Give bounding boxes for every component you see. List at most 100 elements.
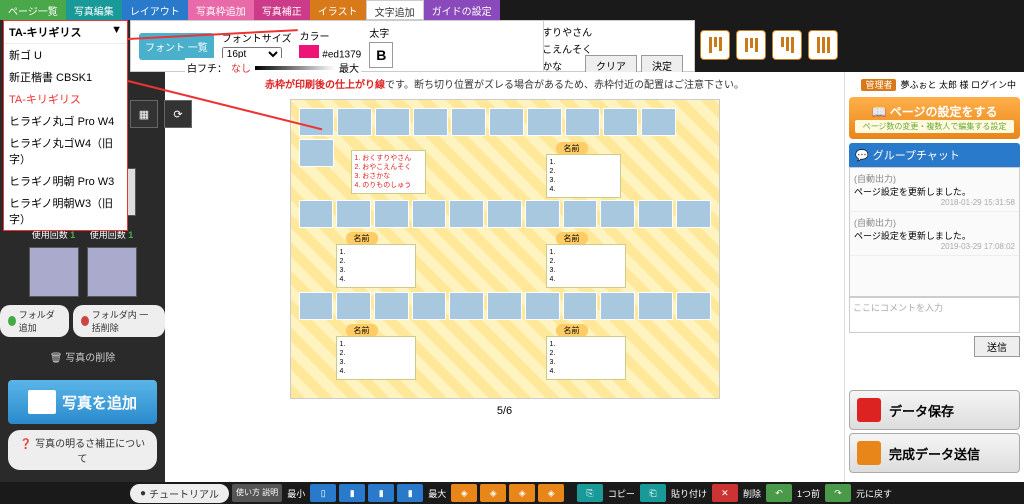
redo-label: 元に戻す: [856, 487, 892, 500]
folder-delete-button[interactable]: フォルダ内 一括削除: [73, 305, 165, 337]
undo-label: 1つ前: [797, 487, 820, 500]
paste-label: 貼り付け: [671, 487, 707, 500]
send-button[interactable]: 送信: [974, 336, 1020, 357]
text-block[interactable]: 1.2.3.4.: [336, 244, 416, 288]
align-left-button[interactable]: [700, 30, 730, 60]
asset-thumb[interactable]: [87, 247, 137, 297]
text-block[interactable]: 1.2.3.4.: [546, 336, 626, 380]
photo-slot[interactable]: [449, 292, 484, 320]
photo-slot[interactable]: [676, 200, 711, 228]
photo-slot[interactable]: [641, 108, 676, 136]
tab-add-frame[interactable]: 写真枠追加: [188, 0, 254, 20]
align-button-group: [700, 30, 838, 60]
photo-slot[interactable]: [412, 200, 447, 228]
submit-data-button[interactable]: 完成データ送信: [849, 433, 1020, 473]
tab-add-text[interactable]: 文字追加: [366, 0, 424, 20]
bold-button[interactable]: B: [369, 42, 393, 68]
paste-button[interactable]: ⎗: [640, 484, 666, 502]
layer-button[interactable]: ◈: [509, 484, 535, 502]
photo-slot[interactable]: [638, 292, 673, 320]
photo-slot[interactable]: [451, 108, 486, 136]
photo-slot[interactable]: [563, 292, 598, 320]
layer-button[interactable]: ◈: [451, 484, 477, 502]
zoom-button[interactable]: ▮: [368, 484, 394, 502]
photo-slot[interactable]: [374, 200, 409, 228]
photo-slot[interactable]: [525, 200, 560, 228]
photo-slot[interactable]: [375, 108, 410, 136]
align-justify-button[interactable]: [808, 30, 838, 60]
photo-slot[interactable]: [449, 200, 484, 228]
floppy-icon: [857, 398, 881, 422]
photo-slot[interactable]: [336, 200, 371, 228]
photo-slot[interactable]: [336, 292, 371, 320]
photo-slot[interactable]: [299, 292, 334, 320]
font-option[interactable]: TA-キリギリス: [4, 88, 127, 110]
tab-correction[interactable]: 写真補正: [254, 0, 310, 20]
photo-slot[interactable]: [600, 292, 635, 320]
undo-button[interactable]: ↶: [766, 484, 792, 502]
asset-thumb[interactable]: [29, 247, 79, 297]
add-photo-button[interactable]: 写真を追加: [8, 380, 157, 424]
font-option[interactable]: ヒラギノ丸ゴW4（旧字）: [4, 132, 127, 170]
save-data-button[interactable]: データ保存: [849, 390, 1020, 430]
photo-slot[interactable]: [676, 292, 711, 320]
tab-pages[interactable]: ページ一覧: [0, 0, 66, 20]
photo-slot[interactable]: [299, 108, 334, 136]
brightness-help-button[interactable]: ❓ 写真の明るさ補正について: [8, 430, 157, 470]
tutorial-button[interactable]: ● チュートリアル: [130, 484, 229, 503]
photo-slot[interactable]: [374, 292, 409, 320]
grid-view-icon[interactable]: ▦: [130, 100, 158, 128]
outline-slider[interactable]: [255, 66, 335, 70]
zoom-button[interactable]: ▮: [397, 484, 423, 502]
align-right-button[interactable]: [772, 30, 802, 60]
text-block[interactable]: 1.2.3.4.: [336, 336, 416, 380]
howto-button[interactable]: 使い方 説明: [232, 484, 282, 502]
chat-body[interactable]: (自動出力) ページ設定を更新しました。 2018-01-29 15:31:58…: [849, 167, 1020, 297]
zoom-button[interactable]: ▯: [310, 484, 336, 502]
text-block[interactable]: 1.2.3.4.: [546, 154, 621, 198]
photo-slot[interactable]: [489, 108, 524, 136]
page-canvas[interactable]: 1. おくすりやさん2. おやこえんそく3. おさかな4. のりものしゅう 名前…: [290, 99, 720, 399]
photo-slot[interactable]: [600, 200, 635, 228]
layer-button[interactable]: ◈: [538, 484, 564, 502]
photo-slot[interactable]: [603, 108, 638, 136]
text-block[interactable]: 1.2.3.4.: [546, 244, 626, 288]
chat-input[interactable]: ここにコメントを入力: [849, 297, 1020, 333]
tab-illustration[interactable]: イラスト: [310, 0, 366, 20]
font-option[interactable]: ヒラギノ明朝 Pro W3: [4, 170, 127, 192]
photo-slot[interactable]: [527, 108, 562, 136]
align-center-button[interactable]: [736, 30, 766, 60]
usage-count: 1: [70, 230, 75, 240]
usage-label: 使用回数: [90, 230, 126, 240]
photo-slot[interactable]: [299, 200, 334, 228]
tab-guide[interactable]: ガイドの設定: [424, 0, 500, 20]
font-option[interactable]: ヒラギノ明朝W3（旧字）: [4, 192, 127, 230]
delete-button[interactable]: ✕: [712, 484, 738, 502]
tab-photo-edit[interactable]: 写真編集: [66, 0, 122, 20]
photo-delete-label[interactable]: 🗑 写真の削除: [0, 349, 165, 364]
photo-slot[interactable]: [412, 292, 447, 320]
font-option[interactable]: ヒラギノ丸ゴ Pro W4: [4, 110, 127, 132]
photo-slot[interactable]: [299, 139, 334, 167]
photo-slot[interactable]: [525, 292, 560, 320]
zoom-button[interactable]: ▮: [339, 484, 365, 502]
font-option[interactable]: 新正楷書 CBSK1: [4, 66, 127, 88]
tab-layout[interactable]: レイアウト: [122, 0, 188, 20]
refresh-icon[interactable]: ⟳: [164, 100, 192, 128]
outline-label: 白フチ：: [187, 60, 227, 75]
photo-slot[interactable]: [487, 292, 522, 320]
photo-slot[interactable]: [563, 200, 598, 228]
copy-button[interactable]: ⎘: [577, 484, 603, 502]
photo-slot[interactable]: [487, 200, 522, 228]
font-option[interactable]: 新ゴ U: [4, 44, 127, 66]
text-block[interactable]: 1. おくすりやさん2. おやこえんそく3. おさかな4. のりものしゅう: [351, 150, 426, 194]
photo-slot[interactable]: [413, 108, 448, 136]
photo-slot[interactable]: [337, 108, 372, 136]
photo-slot[interactable]: [565, 108, 600, 136]
layer-button[interactable]: ◈: [480, 484, 506, 502]
redo-button[interactable]: ↷: [825, 484, 851, 502]
font-dropdown[interactable]: TA-キリギリス▼ 新ゴ U 新正楷書 CBSK1 TA-キリギリス ヒラギノ丸…: [3, 20, 128, 231]
photo-slot[interactable]: [638, 200, 673, 228]
page-settings-button[interactable]: 📖 ページの設定をする ページ数の変更・複数人で編集する設定: [849, 97, 1020, 139]
folder-add-button[interactable]: フォルダ追加: [0, 305, 69, 337]
